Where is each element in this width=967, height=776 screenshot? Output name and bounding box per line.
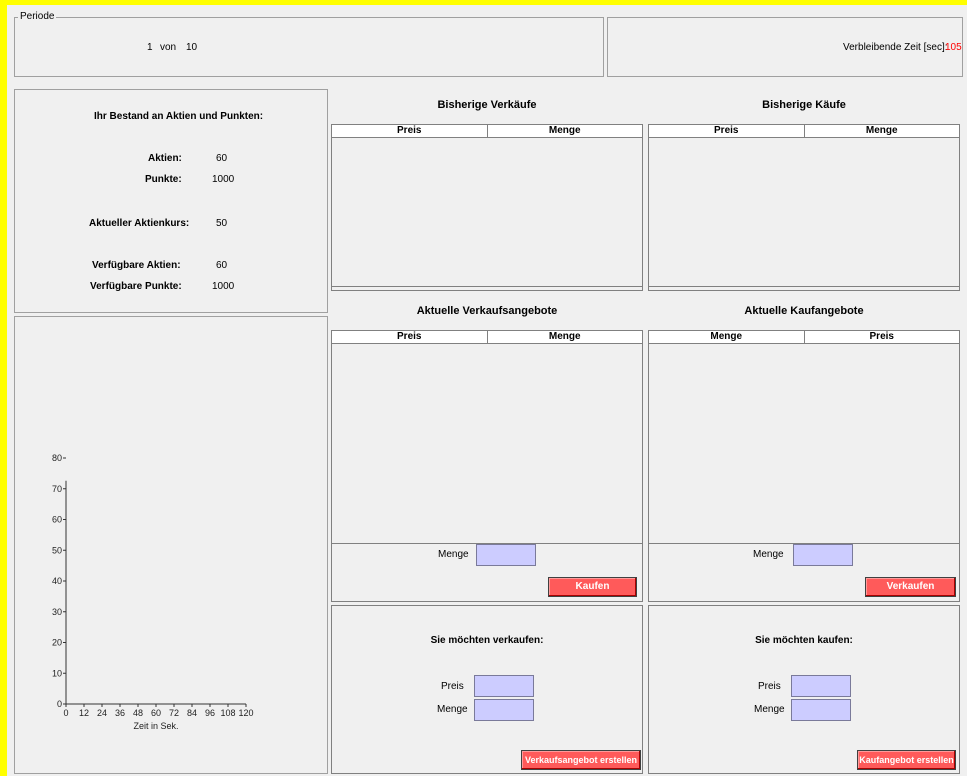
- x-tick-label: 12: [79, 708, 89, 718]
- aktien-value: 60: [216, 153, 228, 164]
- buy-offers-menge-input[interactable]: [793, 544, 853, 566]
- sell-offers-title: Aktuelle Verkaufsangebote: [416, 305, 558, 317]
- x-tick-label: 72: [169, 708, 179, 718]
- window-border-top: [0, 0, 967, 5]
- purchases-table: Preis Menge: [648, 124, 960, 291]
- x-axis-label: Zeit in Sek.: [133, 721, 178, 731]
- periode-current: 1: [147, 42, 153, 53]
- purchases-title: Bisherige Käufe: [762, 99, 846, 111]
- verf-aktien-label: Verfügbare Aktien:: [92, 260, 181, 271]
- verf-aktien-value: 60: [216, 260, 228, 271]
- y-tick-label: 30: [52, 607, 62, 617]
- verkaufen-button[interactable]: Verkaufen: [865, 577, 956, 597]
- create-buy-menge-label: Menge: [754, 704, 785, 715]
- buy-offers-col-preis[interactable]: Preis: [803, 331, 960, 343]
- purchases-table-header: Preis Menge: [649, 125, 959, 138]
- sales-col-menge[interactable]: Menge: [486, 125, 643, 137]
- buy-offers-col-menge[interactable]: Menge: [649, 331, 804, 343]
- x-tick-label: 48: [133, 708, 143, 718]
- sales-col-preis[interactable]: Preis: [332, 125, 487, 137]
- create-buy-button[interactable]: Kaufangebot erstellen: [857, 750, 956, 770]
- price-chart: 0 10 20 30 40 50 60 70 80 0 12 24 36 48 60 72 84 96 108 120…: [52, 453, 254, 731]
- punkte-value: 1000: [212, 174, 235, 185]
- sell-offers-menge-input[interactable]: [476, 544, 536, 566]
- create-sell-preis-label: Preis: [441, 681, 464, 692]
- remaining-time-label: Verbleibende Zeit [sec]:: [843, 42, 948, 53]
- create-sell-title: Sie möchten verkaufen:: [430, 635, 544, 646]
- sales-title: Bisherige Verkäufe: [437, 99, 537, 111]
- periode-legend: Periode: [18, 11, 57, 22]
- x-tick-label: 0: [63, 708, 68, 718]
- window-border-left: [0, 0, 7, 776]
- x-tick-label: 24: [97, 708, 107, 718]
- aktienkurs-value: 50: [216, 218, 228, 229]
- periode-panel: [14, 17, 604, 77]
- purchases-col-preis[interactable]: Preis: [649, 125, 804, 137]
- verf-punkte-label: Verfügbare Punkte:: [90, 281, 182, 292]
- x-tick-label: 60: [151, 708, 161, 718]
- verf-punkte-value: 1000: [212, 281, 235, 292]
- create-sell-preis-input[interactable]: [474, 675, 534, 697]
- sell-offers-table-header: Preis Menge: [332, 331, 642, 344]
- x-tick-label: 36: [115, 708, 125, 718]
- y-tick-label: 80: [52, 453, 62, 463]
- y-tick-label: 60: [52, 515, 62, 525]
- sales-table-scrollbar[interactable]: [332, 286, 642, 290]
- aktien-label: Aktien:: [148, 153, 182, 164]
- y-tick-label: 50: [52, 545, 62, 555]
- x-tick-label: 120: [238, 708, 253, 718]
- punkte-label: Punkte:: [145, 174, 182, 185]
- sell-offers-menge-label: Menge: [438, 549, 469, 560]
- periode-total: 10: [186, 42, 198, 53]
- buy-offers-table: Menge Preis: [648, 330, 960, 544]
- create-buy-preis-label: Preis: [758, 681, 781, 692]
- create-buy-preis-input[interactable]: [791, 675, 851, 697]
- purchases-table-scrollbar[interactable]: [649, 286, 959, 290]
- buy-offers-table-header: Menge Preis: [649, 331, 959, 344]
- y-tick-label: 40: [52, 576, 62, 586]
- remaining-time-value: 105: [945, 42, 962, 53]
- create-sell-button[interactable]: Verkaufsangebot erstellen: [521, 750, 641, 770]
- x-tick-label: 84: [187, 708, 197, 718]
- y-tick-label: 70: [52, 484, 62, 494]
- purchases-col-menge[interactable]: Menge: [803, 125, 960, 137]
- create-buy-title: Sie möchten kaufen:: [755, 635, 853, 646]
- sell-offers-col-preis[interactable]: Preis: [332, 331, 487, 343]
- sales-table: Preis Menge: [331, 124, 643, 291]
- create-buy-menge-input[interactable]: [791, 699, 851, 721]
- aktienkurs-label: Aktueller Aktienkurs:: [89, 218, 190, 229]
- y-tick-label: 0: [57, 699, 62, 709]
- y-tick-label: 20: [52, 638, 62, 648]
- periode-von: von: [160, 42, 177, 53]
- create-sell-menge-label: Menge: [437, 704, 468, 715]
- sales-table-header: Preis Menge: [332, 125, 642, 138]
- buy-offers-title: Aktuelle Kaufangebote: [744, 305, 864, 317]
- bestand-panel: [14, 89, 328, 313]
- create-sell-menge-input[interactable]: [474, 699, 534, 721]
- kaufen-button[interactable]: Kaufen: [548, 577, 637, 597]
- y-tick-label: 10: [52, 668, 62, 678]
- buy-offers-menge-label: Menge: [753, 549, 784, 560]
- bestand-title: Ihr Bestand an Aktien und Punkten:: [94, 111, 264, 122]
- x-tick-label: 108: [220, 708, 235, 718]
- x-tick-label: 96: [205, 708, 215, 718]
- sell-offers-col-menge[interactable]: Menge: [486, 331, 643, 343]
- sell-offers-table: Preis Menge: [331, 330, 643, 544]
